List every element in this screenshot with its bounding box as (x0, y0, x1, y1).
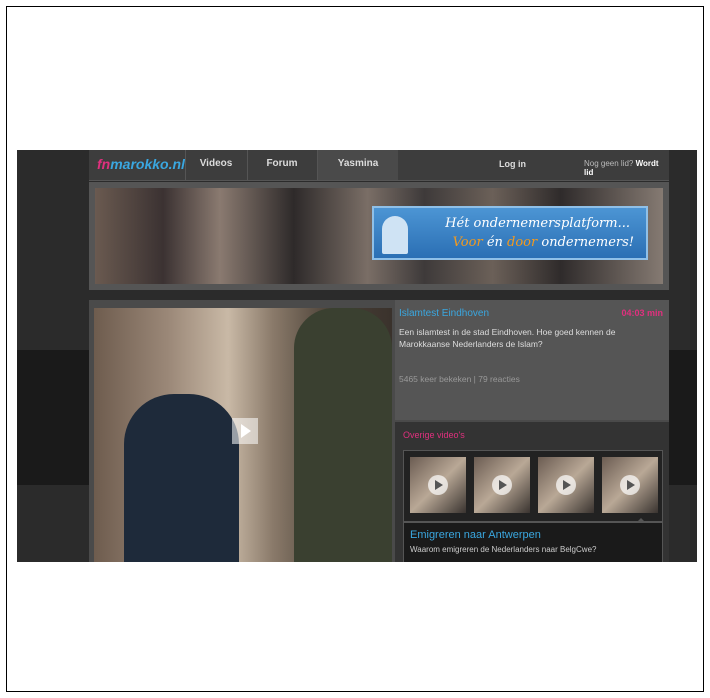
featured-video-card[interactable]: Emigreren naar Antwerpen Waarom emigrere… (403, 522, 663, 562)
video-description: Een islamtest in de stad Eindhoven. Hoe … (399, 327, 616, 349)
ad-word-ondernemers: ondernemers! (541, 235, 634, 250)
play-icon (428, 475, 448, 495)
site-logo[interactable]: fnmarokko.nl (97, 156, 185, 172)
video-frame-person (124, 394, 239, 562)
nav-yasmina[interactable]: Yasmina (317, 150, 398, 180)
play-icon (620, 475, 640, 495)
header-banner: Hét ondernemersplatform... Voor én door … (89, 182, 669, 290)
mosque-logo-icon (382, 216, 408, 254)
video-duration-badge: 04:03 min (621, 308, 663, 318)
signup-text: Nog geen lid? Wordt lid (584, 159, 669, 177)
video-player[interactable] (94, 308, 392, 562)
play-icon (556, 475, 576, 495)
left-page-gutter (17, 350, 89, 485)
play-icon (492, 475, 512, 495)
nav-forum[interactable]: Forum (247, 150, 316, 180)
other-videos-heading: Overige video's (403, 430, 465, 440)
featured-video-title[interactable]: Emigreren naar Antwerpen (410, 529, 541, 541)
play-icon[interactable] (232, 418, 258, 444)
nav-videos[interactable]: Videos (185, 150, 246, 180)
video-stats: 5465 keer bekeken | 79 reacties (399, 374, 520, 384)
ad-tagline: Voor én door ondernemers! (453, 235, 634, 250)
video-title[interactable]: Islamtest Eindhoven (399, 308, 489, 319)
ad-word-voor: Voor (452, 235, 483, 250)
right-page-gutter (669, 350, 697, 485)
video-thumbnail[interactable] (410, 457, 466, 513)
ad-word-en: én (486, 235, 503, 250)
ad-headline: Hét ondernemersplatform... (445, 216, 630, 231)
other-videos-panel: Overige video's Emigreren naar Antwerpen… (395, 422, 669, 562)
video-thumbnail[interactable] (538, 457, 594, 513)
video-thumbnail[interactable] (602, 457, 658, 513)
website-screenshot: fnmarokko.nl Videos Forum Yasmina Log in… (17, 150, 697, 562)
logo-prefix: fn (97, 156, 111, 172)
featured-video-subtitle: Waarom emigreren de Nederlanders naar Be… (410, 545, 597, 554)
ad-word-door: door (507, 235, 538, 250)
main-content: Islamtest Eindhoven 04:03 min Een islamt… (89, 300, 669, 562)
video-info-panel: Islamtest Eindhoven 04:03 min Een islamt… (395, 300, 669, 420)
video-thumbnail-strip (403, 450, 663, 522)
video-frame-person (294, 308, 392, 562)
signup-prompt: Nog geen lid? (584, 159, 634, 168)
logo-text: marokko.nl (110, 156, 185, 172)
login-link[interactable]: Log in (499, 159, 526, 169)
banner-advertisement[interactable]: Hét ondernemersplatform... Voor én door … (372, 206, 648, 260)
top-navigation: fnmarokko.nl Videos Forum Yasmina Log in… (89, 150, 669, 181)
video-thumbnail[interactable] (474, 457, 530, 513)
